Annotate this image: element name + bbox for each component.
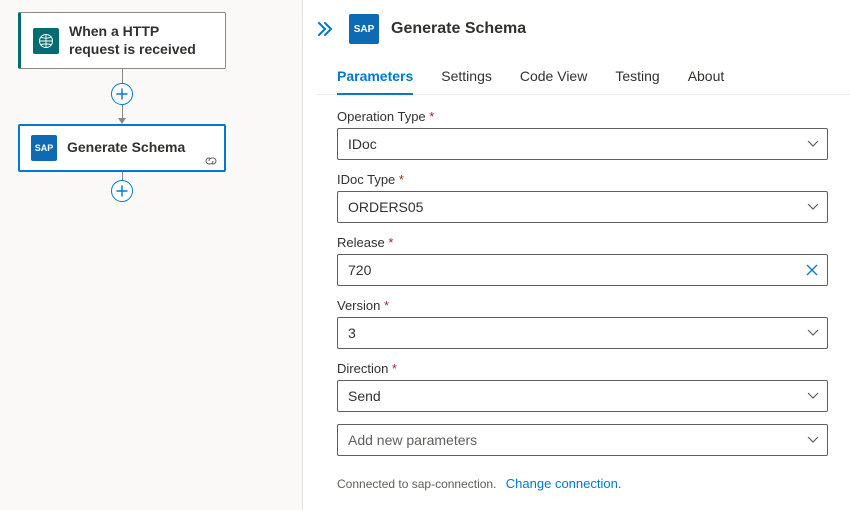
connector-2 — [18, 172, 226, 202]
label-text: Direction — [337, 361, 388, 376]
field-version: Version * 3 — [337, 298, 828, 349]
connector-line — [122, 69, 123, 83]
action-node-title: Generate Schema — [67, 139, 185, 157]
chevron-down-icon — [807, 329, 819, 337]
required-asterisk: * — [384, 298, 389, 313]
sap-icon: SAP — [349, 14, 379, 44]
add-step-button-2[interactable] — [111, 180, 133, 202]
field-release: Release * 720 — [337, 235, 828, 286]
field-direction: Direction * Send — [337, 361, 828, 412]
input-placeholder: Add new parameters — [348, 432, 801, 448]
connector-line — [122, 172, 123, 180]
http-request-icon — [33, 28, 59, 54]
label-release: Release * — [337, 235, 828, 250]
input-value: 3 — [348, 325, 801, 341]
panel-tabs: Parameters Settings Code View Testing Ab… — [317, 54, 850, 95]
input-version[interactable]: 3 — [337, 317, 828, 349]
label-version: Version * — [337, 298, 828, 313]
chevron-down-icon — [807, 140, 819, 148]
label-direction: Direction * — [337, 361, 828, 376]
connection-footer: Connected to sap-connection. Change conn… — [303, 474, 850, 499]
designer-canvas[interactable]: When a HTTP request is received SAP Gene… — [0, 0, 303, 510]
trigger-node-http-request[interactable]: When a HTTP request is received — [18, 12, 226, 69]
input-value: ORDERS05 — [348, 199, 801, 215]
panel-title: Generate Schema — [391, 20, 526, 38]
input-add-new-parameters[interactable]: Add new parameters — [337, 424, 828, 456]
trigger-node-title: When a HTTP request is received — [69, 23, 213, 58]
connector-1 — [18, 69, 226, 124]
panel-header: SAP Generate Schema — [303, 0, 850, 54]
connector-line — [122, 105, 123, 119]
input-value: IDoc — [348, 136, 801, 152]
input-direction[interactable]: Send — [337, 380, 828, 412]
link-icon — [204, 156, 218, 166]
add-step-button-1[interactable] — [111, 83, 133, 105]
sap-icon: SAP — [31, 135, 57, 161]
connection-prefix: Connected to — [337, 477, 412, 491]
label-operation-type: Operation Type * — [337, 109, 828, 124]
label-text: Operation Type — [337, 109, 426, 124]
clear-icon[interactable] — [805, 263, 819, 277]
connection-name: sap-connection. — [412, 477, 497, 491]
label-text: IDoc Type — [337, 172, 395, 187]
required-asterisk: * — [388, 235, 393, 250]
chevron-down-icon — [807, 392, 819, 400]
input-release[interactable]: 720 — [337, 254, 828, 286]
field-idoc-type: IDoc Type * ORDERS05 — [337, 172, 828, 223]
action-node-generate-schema[interactable]: SAP Generate Schema — [18, 124, 226, 172]
required-asterisk: * — [392, 361, 397, 376]
tab-parameters[interactable]: Parameters — [337, 60, 413, 94]
label-text: Release — [337, 235, 385, 250]
input-value: 720 — [348, 262, 799, 278]
app-root: When a HTTP request is received SAP Gene… — [0, 0, 850, 510]
chevron-down-icon — [807, 203, 819, 211]
field-add-new-parameters: Add new parameters — [337, 424, 828, 456]
label-idoc-type: IDoc Type * — [337, 172, 828, 187]
parameters-form: Operation Type * IDoc IDoc Type * ORDERS… — [303, 95, 850, 474]
tab-testing[interactable]: Testing — [615, 60, 659, 94]
detail-panel: SAP Generate Schema Parameters Settings … — [303, 0, 850, 510]
collapse-panel-button[interactable] — [317, 22, 333, 36]
required-asterisk: * — [429, 109, 434, 124]
change-connection-link[interactable]: Change connection. — [506, 476, 622, 491]
tab-code-view[interactable]: Code View — [520, 60, 587, 94]
input-operation-type[interactable]: IDoc — [337, 128, 828, 160]
tab-settings[interactable]: Settings — [441, 60, 492, 94]
input-idoc-type[interactable]: ORDERS05 — [337, 191, 828, 223]
chevron-down-icon — [807, 436, 819, 444]
input-value: Send — [348, 388, 801, 404]
label-text: Version — [337, 298, 380, 313]
tab-about[interactable]: About — [688, 60, 725, 94]
field-operation-type: Operation Type * IDoc — [337, 109, 828, 160]
required-asterisk: * — [399, 172, 404, 187]
